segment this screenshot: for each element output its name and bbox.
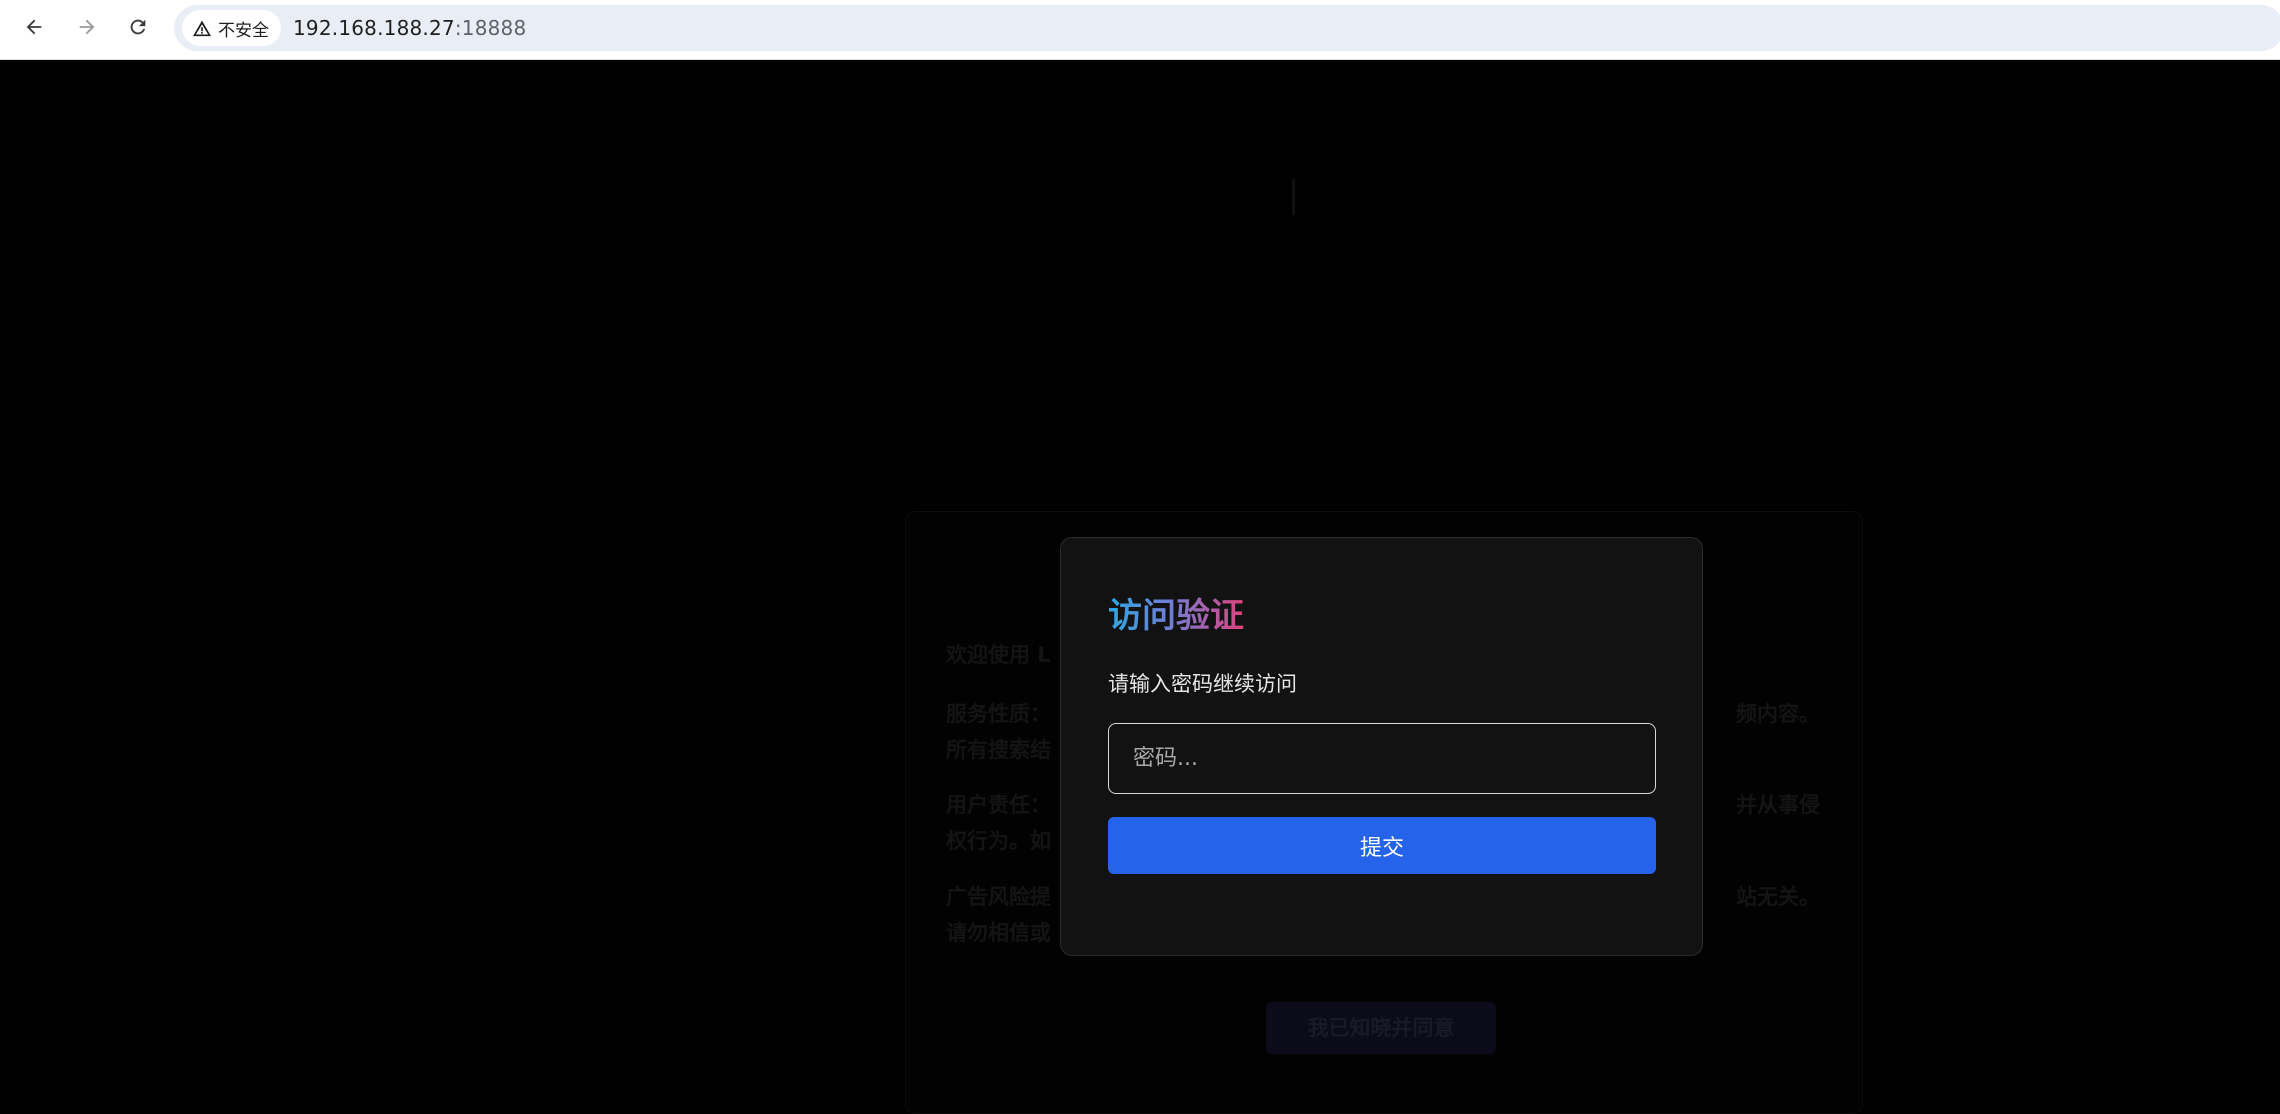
dim-divider xyxy=(1292,179,1295,215)
back-button[interactable] xyxy=(17,10,51,44)
notice-line-3a-tail: 并从事侵 xyxy=(1736,793,1820,817)
modal-title: 访问验证 xyxy=(1108,588,1244,637)
address-bar[interactable]: 不安全 192.168.188.27:18888 xyxy=(174,5,2280,51)
url-host: 192.168.188.27 xyxy=(293,16,455,40)
forward-button[interactable] xyxy=(70,10,104,44)
notice-line-4a-tail: 站无关。 xyxy=(1736,885,1820,909)
url-text[interactable]: 192.168.188.27:18888 xyxy=(293,16,526,40)
notice-line-4a-head: 广告风险提 xyxy=(946,885,1051,909)
agree-button: 我已知晓并同意 xyxy=(1266,1002,1496,1054)
security-label: 不安全 xyxy=(218,20,269,41)
warning-icon xyxy=(193,20,211,37)
modal-subtitle: 请输入密码继续访问 xyxy=(1108,672,1297,696)
submit-button[interactable]: 提交 xyxy=(1108,817,1656,874)
back-arrow-icon xyxy=(26,19,42,35)
reload-icon xyxy=(130,19,146,35)
browser-toolbar: 不安全 192.168.188.27:18888 xyxy=(0,0,2280,60)
password-input[interactable] xyxy=(1108,723,1656,794)
notice-line-2a-head: 服务性质： xyxy=(946,702,1051,726)
url-port: :18888 xyxy=(454,16,527,40)
access-verification-modal: 访问验证 请输入密码继续访问 提交 xyxy=(1060,537,1703,956)
forward-arrow-icon xyxy=(79,19,95,35)
notice-line-2a-tail: 频内容。 xyxy=(1736,702,1820,726)
notice-line-3a-head: 用户责任： xyxy=(946,793,1051,817)
reload-button[interactable] xyxy=(121,10,155,44)
security-chip[interactable]: 不安全 xyxy=(182,10,281,46)
